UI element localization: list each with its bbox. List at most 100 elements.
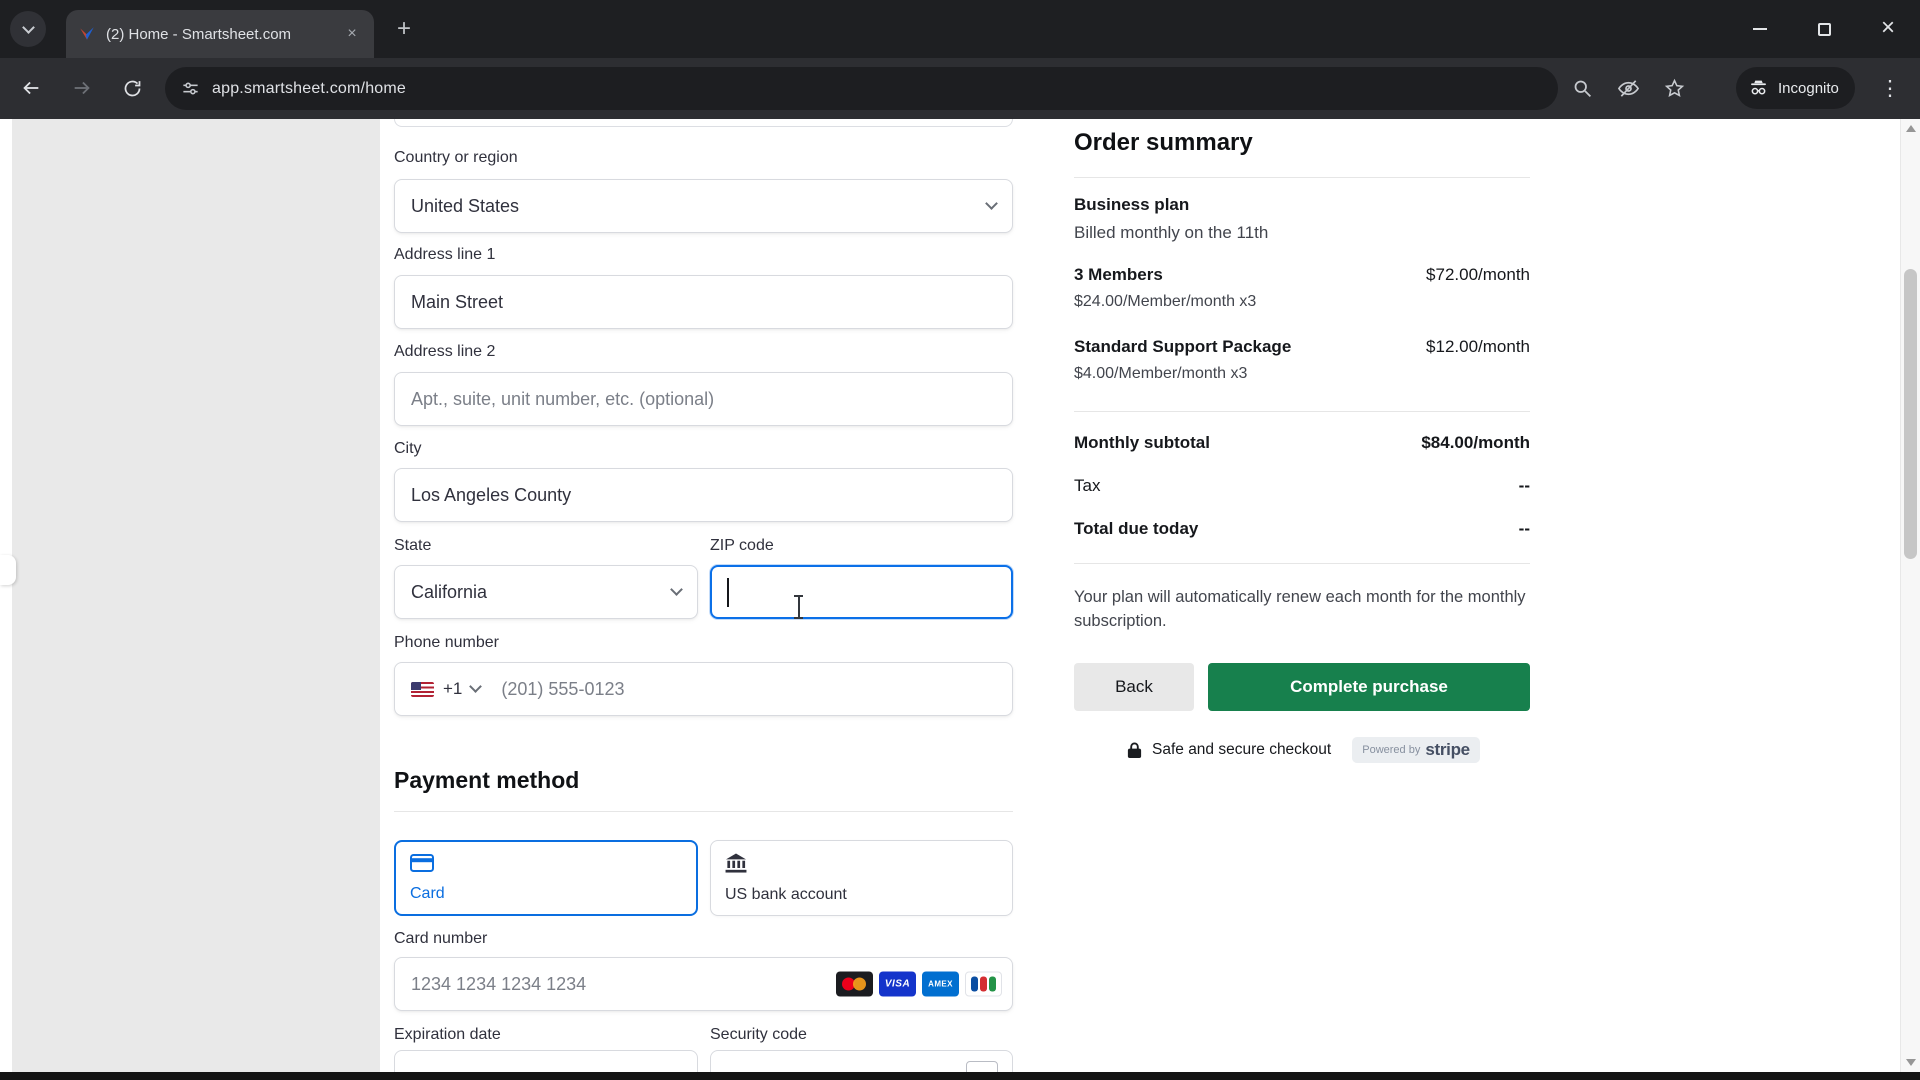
back-arrow-icon [20,77,42,99]
maximize-icon [1818,23,1831,36]
reload-button[interactable] [113,69,151,107]
stripe-badge: Powered by stripe [1352,737,1480,763]
line-item-detail: $4.00/Member/month x3 [1074,365,1247,383]
country-value: United States [411,196,519,217]
maximize-button[interactable] [1792,0,1856,58]
window-controls [1728,0,1920,58]
zip-label: ZIP code [710,537,774,555]
order-summary-panel: Order summary Business plan Billed month… [1074,119,1530,1080]
line-item: 3 Members $72.00/month [1074,265,1530,285]
url-text: app.smartsheet.com/home [212,80,406,98]
bookmark-button[interactable] [1656,70,1692,106]
security-code-label: Security code [710,1026,807,1044]
secure-checkout-text: Safe and secure checkout [1152,741,1331,759]
line-item-name: Standard Support Package [1074,337,1291,357]
stripe-logo: stripe [1425,740,1470,760]
chevron-down-icon [22,21,35,34]
state-value: California [411,582,487,603]
browser-menu-button[interactable] [1872,70,1908,106]
complete-purchase-button[interactable]: Complete purchase [1208,663,1530,711]
text-cursor-pointer [792,595,805,619]
back-button[interactable] [12,69,50,107]
tax-value: -- [1519,476,1530,496]
address-line2-input[interactable] [394,372,1013,426]
page-scrollbar[interactable] [1900,119,1920,1072]
payment-method-heading: Payment method [394,767,579,794]
expiration-label: Expiration date [394,1026,501,1044]
smartsheet-favicon [78,25,96,43]
address-line1-label: Address line 1 [394,246,495,264]
subtotal-row: Monthly subtotal $84.00/month [1074,433,1530,453]
card-brand-icons: VISA AMEX [836,972,1002,997]
star-icon [1664,78,1685,99]
credit-card-icon [410,854,434,872]
tracking-protection-button[interactable] [1610,70,1646,106]
secure-checkout-row: Safe and secure checkout Powered by stri… [1126,737,1480,763]
visa-icon: VISA [879,972,916,997]
chevron-down-icon[interactable] [470,680,483,693]
subtotal-label: Monthly subtotal [1074,433,1210,453]
card-number-label: Card number [394,930,487,948]
total-label: Total due today [1074,519,1198,539]
divider [394,811,1013,812]
country-select[interactable]: United States [394,179,1013,233]
phone-input[interactable]: +1 (201) 555-0123 [394,662,1013,716]
bottom-edge-strip [0,1072,1920,1080]
total-row: Total due today -- [1074,519,1530,539]
incognito-label: Incognito [1778,80,1839,97]
tax-row: Tax -- [1074,476,1530,496]
payment-tab-card-label: Card [410,885,445,903]
zip-input[interactable] [710,565,1013,619]
minimize-icon [1753,28,1767,30]
text-caret [727,578,729,607]
divider [1074,563,1530,564]
minimize-button[interactable] [1728,0,1792,58]
phone-label: Phone number [394,634,499,652]
us-flag-icon [411,682,434,697]
browser-window: (2) Home - Smartsheet.com app.smartsheet… [0,0,1920,1080]
jcb-icon [965,972,1002,997]
browser-tab[interactable]: (2) Home - Smartsheet.com [66,10,374,58]
state-select[interactable]: California [394,565,698,619]
incognito-badge[interactable]: Incognito [1736,67,1855,109]
line-item-price: $72.00/month [1426,265,1530,285]
side-panel-handle[interactable] [0,555,16,585]
dial-code: +1 [443,679,462,699]
tax-label: Tax [1074,476,1100,496]
scrollbar-thumb[interactable] [1904,269,1917,559]
card-number-placeholder: 1234 1234 1234 1234 [411,974,586,995]
new-tab-button[interactable] [390,16,418,44]
amex-icon: AMEX [922,972,959,997]
close-window-button[interactable] [1856,0,1920,58]
close-icon [1881,18,1895,40]
tab-search-button[interactable] [10,11,46,47]
scroll-down-arrow[interactable] [1906,1059,1916,1066]
state-label: State [394,537,431,555]
address-line2-label: Address line 2 [394,343,495,361]
tab-close-button[interactable] [342,24,362,44]
browser-toolbar: app.smartsheet.com/home Incognito [0,58,1920,119]
back-button[interactable]: Back [1074,663,1194,711]
country-label: Country or region [394,149,518,167]
payment-tab-bank[interactable]: US bank account [710,840,1013,916]
city-input[interactable] [394,468,1013,522]
incognito-icon [1748,78,1769,99]
payment-tab-card[interactable]: Card [394,840,698,916]
plan-name: Business plan [1074,195,1189,215]
renewal-note: Your plan will automatically renew each … [1074,585,1530,633]
address-bar[interactable]: app.smartsheet.com/home [165,67,1558,110]
zoom-button[interactable] [1564,70,1600,106]
magnifier-icon [1572,78,1593,99]
card-number-input[interactable]: 1234 1234 1234 1234 VISA AMEX [394,957,1013,1011]
chevron-down-icon [985,197,998,210]
checkout-page: Country or region United States Address … [0,119,1920,1080]
scroll-up-arrow[interactable] [1906,125,1916,132]
city-label: City [394,440,422,458]
address-line1-input[interactable] [394,275,1013,329]
chevron-down-icon [670,583,683,596]
payment-tab-bank-label: US bank account [725,886,847,904]
forward-button[interactable] [63,69,101,107]
divider [1074,177,1530,178]
site-settings-icon [181,79,200,98]
line-item-detail: $24.00/Member/month x3 [1074,293,1256,311]
